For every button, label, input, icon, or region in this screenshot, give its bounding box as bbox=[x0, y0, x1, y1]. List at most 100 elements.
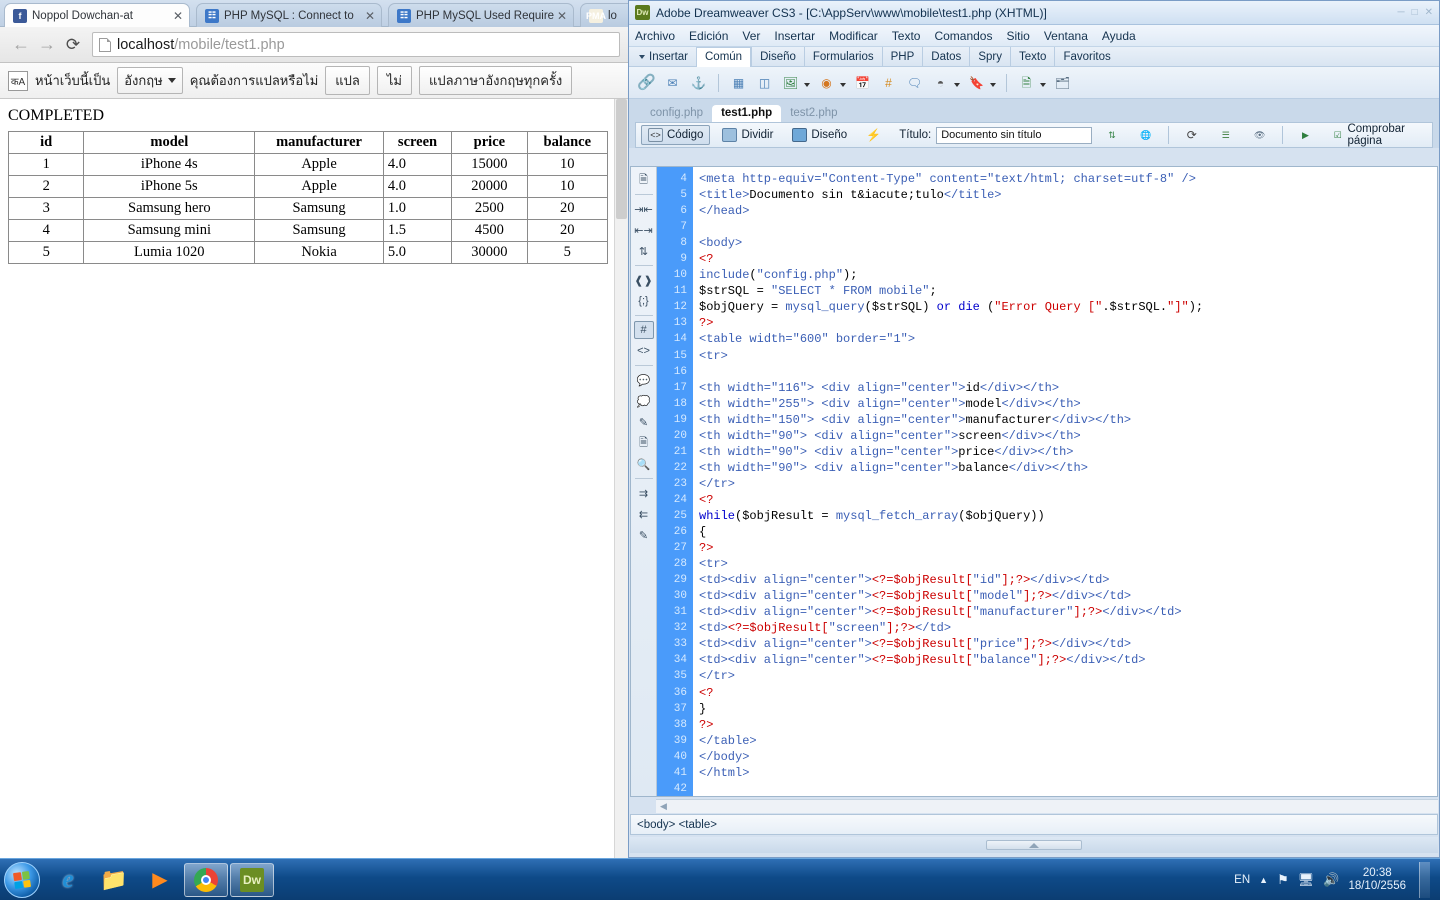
forward-arrow-icon[interactable]: → bbox=[34, 32, 60, 58]
image-icon[interactable]: 🖼 bbox=[781, 73, 800, 92]
code-line[interactable]: <tr> bbox=[699, 556, 1437, 572]
code-line[interactable]: </table> bbox=[699, 733, 1437, 749]
translate-always-button[interactable]: แปลภาษาอังกฤษทุกครั้ง bbox=[419, 66, 573, 95]
close-tab-icon[interactable]: ✕ bbox=[555, 10, 569, 22]
code-line[interactable]: $objQuery = mysql_query($strSQL) or die … bbox=[699, 299, 1437, 315]
chevron-up-icon[interactable]: ▲ bbox=[1259, 875, 1268, 885]
insert-tab-texto[interactable]: Texto bbox=[1009, 46, 1055, 67]
show-desktop-button[interactable] bbox=[1419, 861, 1430, 898]
design-view-button[interactable]: Diseño bbox=[785, 125, 854, 145]
chevron-down-icon[interactable] bbox=[840, 83, 846, 87]
chevron-down-icon[interactable] bbox=[804, 83, 810, 87]
table-icon[interactable]: ▦ bbox=[729, 73, 748, 92]
check-page-button[interactable]: ☑ Comprobar página bbox=[1325, 120, 1427, 150]
code-line[interactable]: </body> bbox=[699, 749, 1437, 765]
code-line[interactable]: <th width="90"> <div align="center">scre… bbox=[699, 428, 1437, 444]
collapse-outside-selection-icon[interactable]: ⇤⇥ bbox=[634, 221, 654, 239]
code-line[interactable]: <? bbox=[699, 685, 1437, 701]
code-line[interactable]: </tr> bbox=[699, 476, 1437, 492]
apply-comment-icon[interactable]: 💬 bbox=[634, 371, 654, 389]
insert-tab-diseno[interactable]: Diseño bbox=[751, 46, 804, 67]
insert-tab-formularios[interactable]: Formularios bbox=[803, 46, 882, 67]
close-tab-icon[interactable]: ✕ bbox=[363, 10, 377, 22]
translate-button[interactable]: แปล bbox=[325, 66, 370, 95]
page-scrollbar[interactable] bbox=[614, 99, 628, 858]
scrollbar-thumb[interactable] bbox=[616, 99, 627, 219]
select-parent-tag-icon[interactable]: ❰❱ bbox=[634, 271, 654, 289]
taskbar-internet-explorer[interactable]: e bbox=[46, 863, 90, 897]
code-line[interactable]: while($objResult = mysql_fetch_array($ob… bbox=[699, 508, 1437, 524]
menu-comandos[interactable]: Comandos bbox=[934, 29, 992, 43]
translate-language-select[interactable]: อังกฤษ bbox=[117, 67, 183, 94]
network-icon[interactable]: 🖥 bbox=[1298, 872, 1315, 888]
taskbar-google-chrome[interactable] bbox=[184, 862, 228, 897]
server-side-include-icon[interactable]: # bbox=[879, 73, 898, 92]
start-button[interactable] bbox=[4, 861, 40, 898]
chevron-down-icon[interactable] bbox=[1040, 83, 1046, 87]
browser-tab-0[interactable]: f Noppol Dowchan-at ✕ bbox=[4, 3, 190, 27]
highlight-invalid-code-icon[interactable]: <> bbox=[634, 342, 654, 360]
media-icon[interactable]: ◉ bbox=[817, 73, 836, 92]
expand-all-icon[interactable]: ⇅ bbox=[634, 242, 654, 260]
tag-selector[interactable]: <body> <table> bbox=[637, 819, 717, 831]
code-line[interactable]: } bbox=[699, 701, 1437, 717]
code-line[interactable] bbox=[699, 364, 1437, 380]
code-line[interactable]: <? bbox=[699, 251, 1437, 267]
code-line[interactable]: <td><div align="center"><?=$objResult["i… bbox=[699, 572, 1437, 588]
code-line[interactable]: ?> bbox=[699, 540, 1437, 556]
taskbar-dreamweaver[interactable]: Dw bbox=[230, 862, 274, 897]
insert-tab-spry[interactable]: Spry bbox=[969, 46, 1010, 67]
file-tab-test2[interactable]: test2.php bbox=[781, 105, 846, 122]
code-line[interactable]: <td><div align="center"><?=$objResult["m… bbox=[699, 588, 1437, 604]
preview-in-browser-button[interactable]: 🌐 bbox=[1131, 125, 1160, 145]
code-text[interactable]: <meta http-equiv="Content-Type" content=… bbox=[693, 167, 1437, 796]
visual-aids-button[interactable]: 👁 bbox=[1245, 125, 1274, 145]
menu-ventana[interactable]: Ventana bbox=[1044, 29, 1088, 43]
browser-tab-1[interactable]: ☷ PHP MySQL : Connect to ✕ bbox=[196, 3, 382, 27]
insert-div-icon[interactable]: ◫ bbox=[755, 73, 774, 92]
code-line[interactable]: <tr> bbox=[699, 348, 1437, 364]
tray-language[interactable]: EN bbox=[1234, 874, 1250, 886]
code-line[interactable] bbox=[699, 219, 1437, 235]
code-view-button[interactable]: <> Código bbox=[641, 125, 711, 145]
collapse-full-tag-icon[interactable]: ⇥⇤ bbox=[634, 200, 654, 218]
code-line[interactable] bbox=[699, 781, 1437, 796]
code-horizontal-scrollbar[interactable]: ◀ bbox=[656, 799, 1438, 813]
wrap-tag-icon[interactable]: ✎ bbox=[634, 413, 654, 431]
translate-decline-button[interactable]: ไม่ bbox=[376, 66, 412, 95]
menu-insertar[interactable]: Insertar bbox=[774, 29, 815, 43]
document-title-input[interactable]: Documento sin título bbox=[936, 126, 1093, 144]
tag-chooser-icon[interactable]: 🔖 bbox=[967, 73, 986, 92]
menu-modificar[interactable]: Modificar bbox=[829, 29, 878, 43]
code-line[interactable]: $strSQL = "SELECT * FROM mobile"; bbox=[699, 283, 1437, 299]
code-line[interactable]: <body> bbox=[699, 235, 1437, 251]
anchor-icon[interactable]: ⚓ bbox=[689, 73, 708, 92]
taskbar-media-player[interactable]: ▶ bbox=[138, 863, 182, 897]
validate-markup-button[interactable]: ▶ bbox=[1291, 125, 1320, 145]
code-line[interactable]: <th width="116"> <div align="center">id<… bbox=[699, 380, 1437, 396]
code-line[interactable]: <? bbox=[699, 492, 1437, 508]
code-line[interactable]: </head> bbox=[699, 203, 1437, 219]
refresh-design-view-button[interactable]: ⟳ bbox=[1177, 125, 1206, 145]
split-view-button[interactable]: Dividir bbox=[715, 125, 780, 145]
action-center-icon[interactable]: ⚑ bbox=[1277, 872, 1289, 888]
address-bar[interactable]: localhost/mobile/test1.php bbox=[92, 32, 620, 57]
menu-archivo[interactable]: Archivo bbox=[635, 29, 675, 43]
menu-ver[interactable]: Ver bbox=[742, 29, 760, 43]
menu-sitio[interactable]: Sitio bbox=[1006, 29, 1029, 43]
view-options-button[interactable]: ☰ bbox=[1211, 125, 1240, 145]
tray-clock[interactable]: 20:38 18/10/2556 bbox=[1348, 867, 1406, 893]
code-line[interactable]: <td><div align="center"><?=$objResult["b… bbox=[699, 652, 1437, 668]
template-icon[interactable]: ◓ bbox=[931, 73, 950, 92]
volume-icon[interactable]: 🔊 bbox=[1323, 872, 1339, 888]
script-icon[interactable]: 🗎 bbox=[1017, 73, 1036, 92]
insert-tab-php[interactable]: PHP bbox=[881, 46, 923, 67]
code-line[interactable]: <th width="90"> <div align="center">pric… bbox=[699, 444, 1437, 460]
line-numbers-icon[interactable]: # bbox=[633, 321, 654, 339]
file-tab-config[interactable]: config.php bbox=[641, 105, 712, 122]
code-line[interactable]: <td><div align="center"><?=$objResult["m… bbox=[699, 604, 1437, 620]
code-line[interactable]: include("config.php"); bbox=[699, 267, 1437, 283]
panel-expander-strip[interactable] bbox=[630, 837, 1438, 853]
code-line[interactable]: <th width="255"> <div align="center">mod… bbox=[699, 396, 1437, 412]
file-tab-test1[interactable]: test1.php bbox=[712, 105, 782, 122]
